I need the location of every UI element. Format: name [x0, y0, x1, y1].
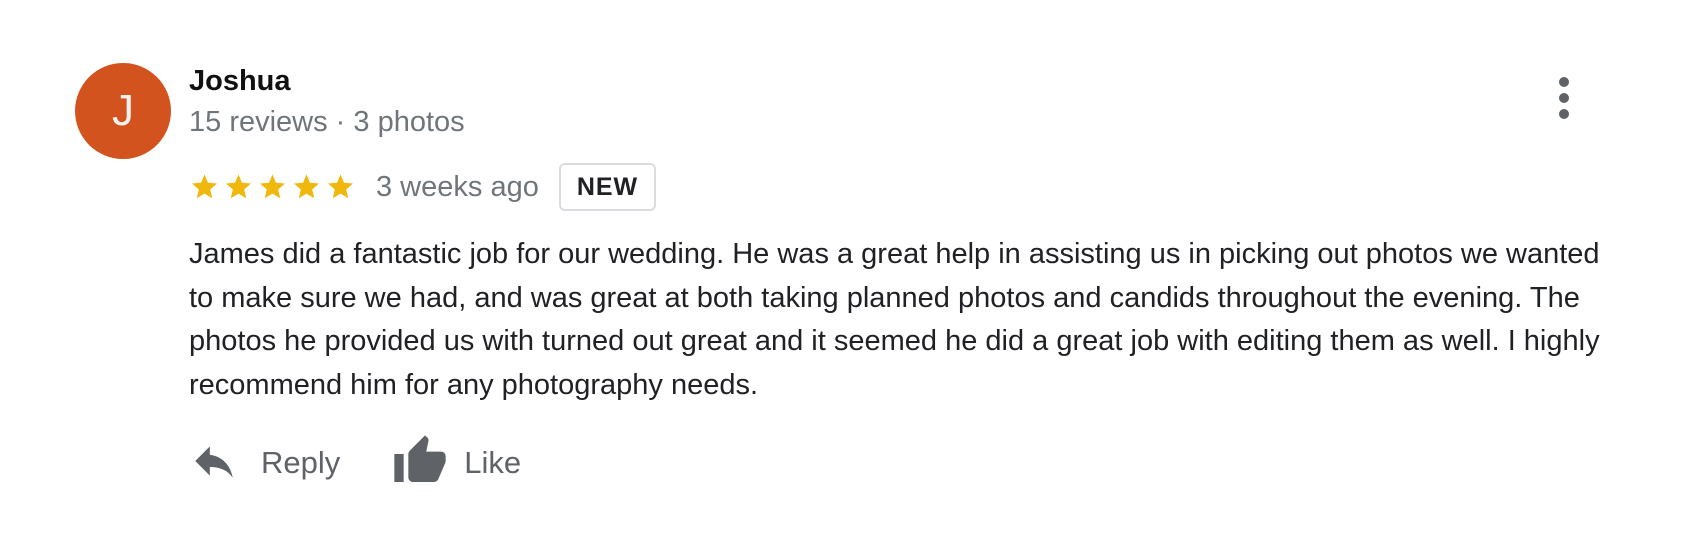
star-icon: [325, 172, 356, 202]
review-text: James did a fantastic job for our weddin…: [189, 238, 1600, 401]
star-icon: [223, 172, 254, 202]
more-options-button[interactable]: [1546, 70, 1582, 126]
like-label: Like: [464, 445, 522, 480]
reply-button[interactable]: Reply: [189, 436, 340, 491]
more-vert-icon-dot: [1559, 109, 1569, 119]
star-icon: [291, 172, 322, 202]
avatar-initial: J: [112, 86, 134, 135]
star-rating: [189, 172, 356, 202]
star-icon: [189, 172, 220, 202]
like-button[interactable]: Like: [392, 433, 521, 494]
review-card: J Joshua 15 reviews · 3 photos 3 weeks a…: [0, 0, 1683, 549]
more-vert-icon-dot: [1559, 93, 1569, 103]
review-time: 3 weeks ago: [376, 170, 539, 203]
review-actions: Reply Like: [189, 428, 521, 498]
new-badge: NEW: [558, 163, 657, 211]
reply-label: Reply: [261, 445, 341, 480]
author-name[interactable]: Joshua: [189, 63, 291, 99]
thumb-up-icon: [392, 433, 448, 494]
rating-row: 3 weeks ago NEW: [189, 160, 657, 214]
more-vert-icon: [1559, 77, 1569, 87]
author-meta: 15 reviews · 3 photos: [189, 106, 465, 138]
reply-icon: [189, 436, 239, 491]
star-icon: [257, 172, 288, 202]
avatar[interactable]: J: [75, 63, 171, 159]
